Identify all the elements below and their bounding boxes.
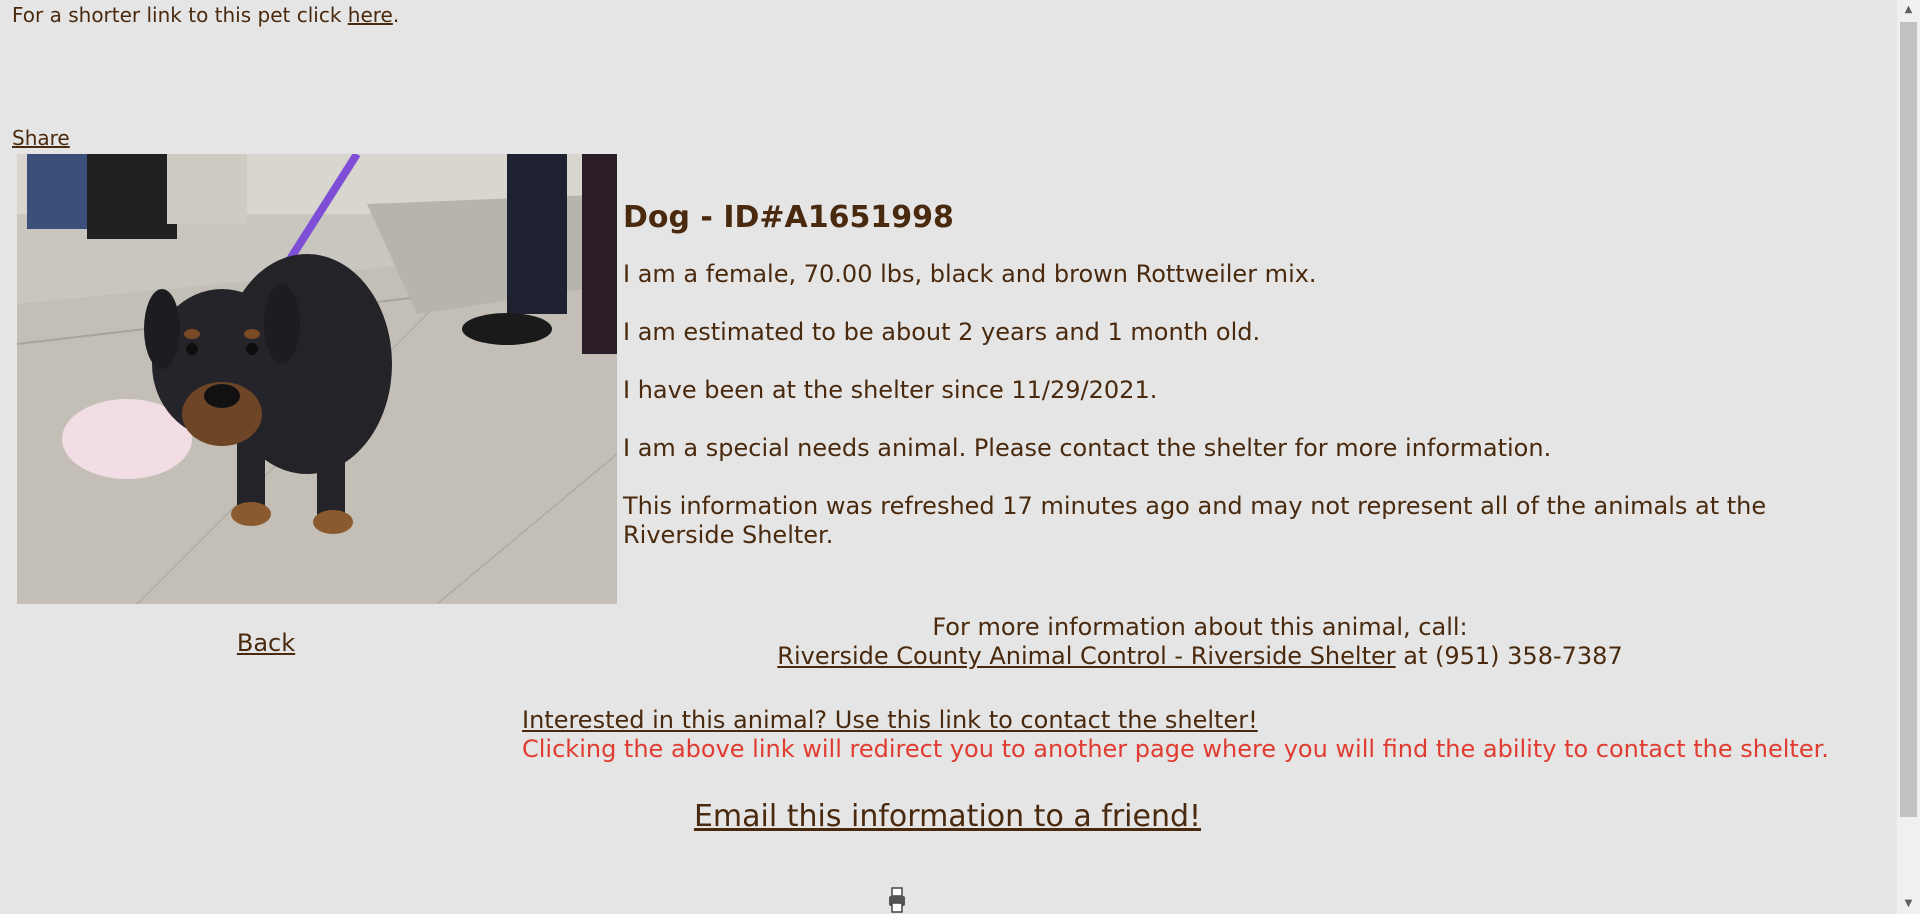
contact-shelter-link[interactable]: Interested in this animal? Use this link… — [522, 706, 1258, 734]
interested-section: Interested in this animal? Use this link… — [522, 706, 1829, 764]
email-friend-link[interactable]: Email this information to a friend! — [694, 799, 1201, 834]
back-container: Back — [0, 628, 532, 658]
animal-description: I am a female, 70.00 lbs, black and brow… — [623, 260, 1317, 288]
arrow-down-icon[interactable]: ▼ — [1897, 894, 1920, 914]
animal-info: Dog - ID#A1651998 I am a female, 70.00 l… — [623, 196, 1863, 579]
redirect-note: Clicking the above link will redirect yo… — [522, 735, 1829, 763]
short-link-here[interactable]: here — [348, 3, 393, 27]
short-link-suffix: . — [392, 3, 400, 27]
shelter-link[interactable]: Riverside County Animal Control - Rivers… — [777, 642, 1395, 670]
shelter-phone: at (951) 358-7387 — [1395, 642, 1623, 670]
short-link-line: For a shorter link to this pet click her… — [12, 2, 399, 28]
contact-heading: For more information about this animal, … — [932, 613, 1468, 641]
short-link-prefix: For a shorter link to this pet click — [12, 3, 348, 27]
animal-title: Dog - ID#A1651998 — [623, 200, 954, 235]
pet-detail-page: For a shorter link to this pet click her… — [0, 0, 1897, 914]
share-link[interactable]: Share — [12, 125, 70, 151]
contact-info: For more information about this animal, … — [600, 613, 1800, 671]
special-needs-note: I am a special needs animal. Please cont… — [623, 434, 1552, 462]
vertical-scrollbar[interactable]: ▲ ▼ — [1897, 0, 1920, 914]
refresh-note: This information was refreshed 17 minute… — [623, 492, 1767, 549]
scrollbar-thumb[interactable] — [1900, 22, 1917, 817]
back-link[interactable]: Back — [237, 629, 295, 657]
pet-photo — [17, 154, 617, 604]
email-container: Email this information to a friend! — [0, 797, 1895, 837]
contact-line: Riverside County Animal Control - Rivers… — [600, 642, 1800, 671]
animal-age: I am estimated to be about 2 years and 1… — [623, 318, 1261, 346]
animal-intake-date: I have been at the shelter since 11/29/2… — [623, 376, 1158, 404]
arrow-up-icon[interactable]: ▲ — [1897, 0, 1920, 20]
printer-icon[interactable] — [888, 886, 906, 914]
